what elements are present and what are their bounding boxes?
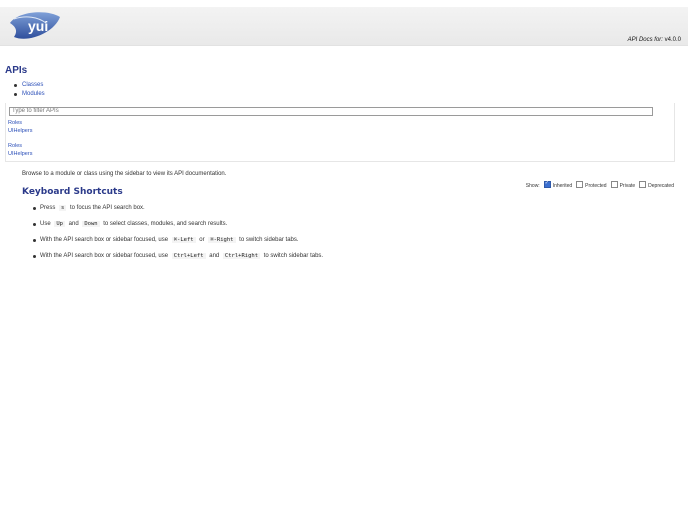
api-tabs: Classes Modules xyxy=(14,81,45,98)
shortcut-text: Press xyxy=(40,205,56,211)
key-cmd-left: ⌘-Left xyxy=(171,237,196,243)
browse-instructions: Browse to a module or class using the si… xyxy=(22,171,227,177)
key-down: Down xyxy=(82,221,100,227)
tab-classes: Classes xyxy=(14,81,45,90)
shortcut-item: With the API search box or sidebar focus… xyxy=(31,251,323,267)
api-list-item-uihelpers[interactable]: UIHelpers xyxy=(8,127,32,135)
key-up: Up xyxy=(54,221,65,227)
shortcut-text: and xyxy=(68,221,79,227)
private-checkbox[interactable] xyxy=(610,181,618,188)
key-ctrl-right: Ctrl+Right xyxy=(222,253,261,259)
protected-checkbox[interactable] xyxy=(576,181,584,188)
shortcut-text: Use xyxy=(40,221,51,227)
shortcut-item: Press s to focus the API search box. xyxy=(31,203,323,219)
version-label: API Docs for: xyxy=(627,37,663,43)
shortcut-text: and xyxy=(209,253,220,259)
version-value: v4.0.0 xyxy=(664,37,681,43)
key-s: s xyxy=(59,205,67,211)
deprecated-checkbox[interactable] xyxy=(639,181,647,188)
api-filter-input[interactable] xyxy=(9,107,653,116)
shortcut-item: With the API search box or sidebar focus… xyxy=(31,235,323,251)
shortcut-text: to select classes, modules, and search r… xyxy=(103,221,228,227)
deprecated-label: Deprecated xyxy=(648,182,674,189)
shortcut-text: or xyxy=(199,237,205,243)
keyboard-shortcuts-title: Keyboard Shortcuts xyxy=(22,187,123,197)
show-options: Show: Inherited Protected Private Deprec… xyxy=(525,180,674,189)
yui-logo[interactable]: yui xyxy=(8,9,62,43)
page-header: yui API Docs for: v4.0.0 xyxy=(0,7,688,46)
shortcut-item: Use Up and Down to select classes, modul… xyxy=(31,219,323,235)
protected-label: Protected xyxy=(585,182,607,189)
api-list-item-roles[interactable]: Roles xyxy=(8,119,32,127)
shortcut-list: Press s to focus the API search box. Use… xyxy=(31,203,323,267)
private-label: Private xyxy=(619,182,636,189)
tab-modules: Modules xyxy=(14,90,45,99)
shortcut-text: to switch sidebar tabs. xyxy=(263,253,324,259)
tab-classes-link[interactable]: Classes xyxy=(22,82,43,88)
apis-title: APIs xyxy=(5,65,28,76)
shortcut-text: With the API search box or sidebar focus… xyxy=(40,253,169,259)
show-label: Show: xyxy=(525,182,540,189)
version-info: API Docs for: v4.0.0 xyxy=(628,37,681,43)
shortcut-text: to focus the API search box. xyxy=(70,205,145,211)
tab-modules-link[interactable]: Modules xyxy=(22,91,45,97)
shortcut-text: With the API search box or sidebar focus… xyxy=(40,237,169,243)
api-list-group: Roles UIHelpers xyxy=(8,119,32,135)
top-strip xyxy=(0,0,688,7)
api-list-item-uihelpers[interactable]: UIHelpers xyxy=(8,150,32,158)
key-ctrl-left: Ctrl+Left xyxy=(171,253,206,259)
api-list-item-roles[interactable]: Roles xyxy=(8,142,32,150)
shortcut-text: to switch sidebar tabs. xyxy=(239,237,299,243)
inherited-label: Inherited xyxy=(552,182,573,189)
logo-text: yui xyxy=(28,18,48,34)
key-cmd-right: ⌘-Right xyxy=(208,237,236,243)
inherited-checkbox[interactable] xyxy=(543,180,551,188)
api-list-group: Roles UIHelpers xyxy=(8,142,32,158)
